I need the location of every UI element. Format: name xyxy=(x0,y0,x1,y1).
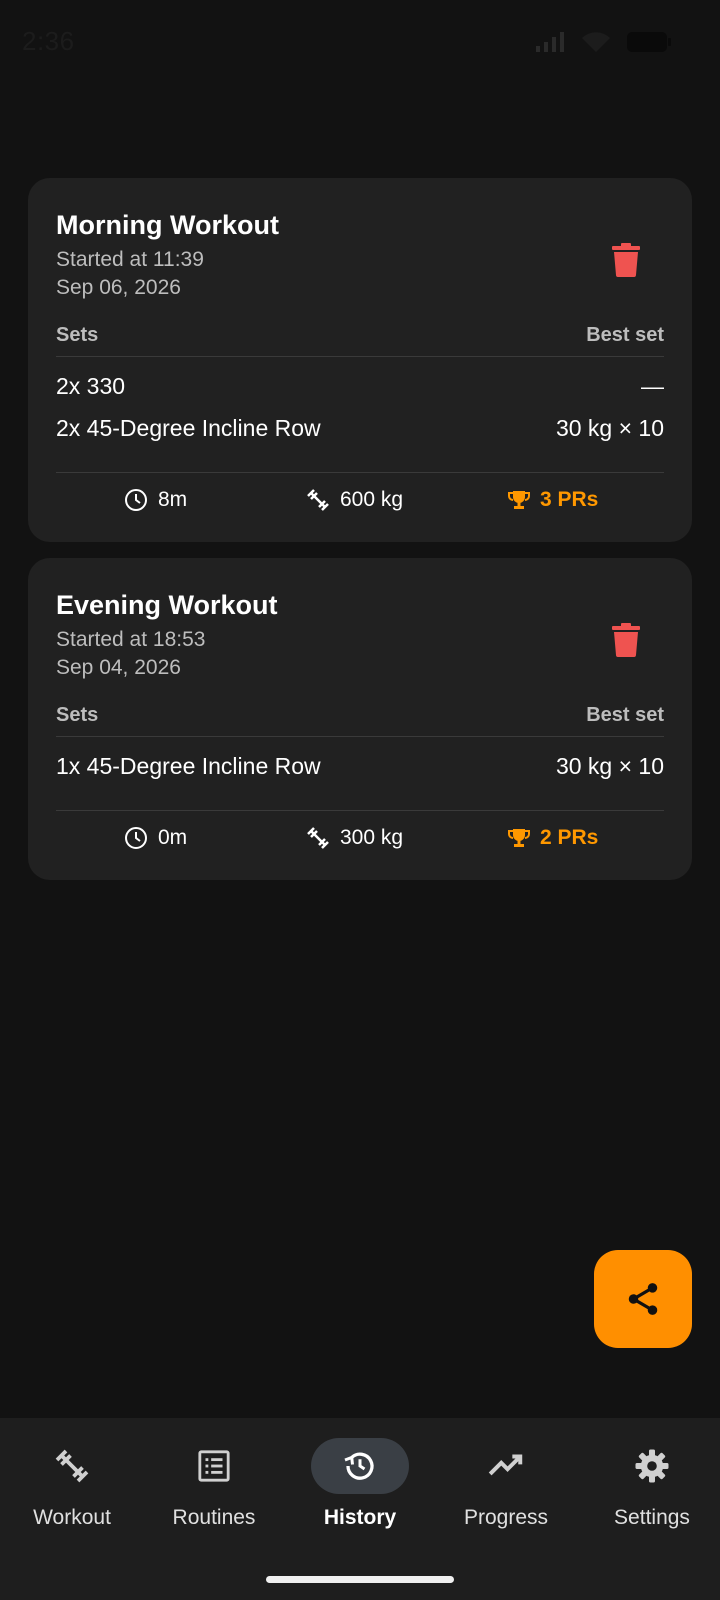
trash-icon xyxy=(612,623,640,657)
battery-icon xyxy=(627,32,671,52)
nav-label: Progress xyxy=(463,1506,549,1529)
best-set-column-header: Best set xyxy=(586,704,664,726)
nav-label: Workout xyxy=(33,1506,111,1529)
nav-routines[interactable]: Routines xyxy=(142,1438,286,1548)
workout-card-evening[interactable]: Evening Workout Started at 18:53 Sep 04,… xyxy=(28,558,692,880)
pr-stat: 3 PRs xyxy=(508,488,598,512)
clock-icon xyxy=(125,827,147,849)
exercise-sets: 1x 45-Degree Incline Row xyxy=(56,752,321,779)
duration-stat: 0m xyxy=(124,826,187,850)
workout-start-time: Started at 18:53 xyxy=(56,628,206,651)
home-indicator[interactable] xyxy=(266,1576,454,1583)
workout-start-time: Started at 11:39 xyxy=(56,248,204,271)
volume-stat: 300 kg xyxy=(306,826,403,850)
share-icon xyxy=(628,1283,658,1315)
status-icons xyxy=(534,30,672,54)
list-icon xyxy=(198,1450,230,1482)
signal-icon xyxy=(536,32,564,52)
workout-date: Sep 04, 2026 xyxy=(56,656,181,679)
nav-history[interactable]: History xyxy=(288,1438,432,1548)
workout-stats: 0m 300 kg 2 PRs xyxy=(56,818,664,858)
nav-progress[interactable]: Progress xyxy=(434,1438,578,1548)
dumbbell-icon xyxy=(307,489,329,511)
exercise-best-set: — xyxy=(641,372,664,399)
bottom-navigation: Workout Routines History Progress Settin… xyxy=(0,1418,720,1600)
workout-card-morning[interactable]: Morning Workout Started at 11:39 Sep 06,… xyxy=(28,178,692,542)
stats-divider xyxy=(56,810,664,811)
history-screen: 2:36 Morning Workout Started at 11:39 Se… xyxy=(0,0,720,1600)
history-icon xyxy=(344,1452,374,1480)
dumbbell-icon xyxy=(307,827,329,849)
share-button[interactable] xyxy=(594,1250,692,1348)
exercise-row: 2x 45-Degree Incline Row 30 kg × 10 xyxy=(56,410,664,446)
sets-column-header: Sets xyxy=(56,324,99,346)
trash-icon xyxy=(612,243,640,277)
duration-stat: 8m xyxy=(124,488,187,512)
sets-column-header: Sets xyxy=(56,704,99,726)
clock-icon xyxy=(125,489,147,511)
stats-divider xyxy=(56,472,664,473)
workout-title: Morning Workout xyxy=(56,210,279,240)
trending-up-icon xyxy=(488,1454,523,1476)
trophy-icon xyxy=(508,491,530,509)
exercise-row: 1x 45-Degree Incline Row 30 kg × 10 xyxy=(56,748,664,784)
status-bar: 2:36 xyxy=(0,0,720,84)
trophy-icon xyxy=(508,829,530,847)
delete-workout-button[interactable] xyxy=(600,614,652,666)
exercise-sets: 2x 330 xyxy=(56,372,126,399)
volume-stat: 600 kg xyxy=(306,488,403,512)
nav-settings[interactable]: Settings xyxy=(580,1438,720,1548)
workout-stats: 8m 600 kg 3 PRs xyxy=(56,480,664,520)
exercise-best-set: 30 kg × 10 xyxy=(555,414,664,441)
exercise-sets: 2x 45-Degree Incline Row xyxy=(56,414,321,441)
header-divider xyxy=(56,356,664,357)
gear-icon xyxy=(635,1449,669,1483)
nav-label: History xyxy=(323,1506,397,1529)
nav-label: Routines xyxy=(172,1506,256,1529)
delete-workout-button[interactable] xyxy=(600,234,652,286)
status-time: 2:36 xyxy=(22,26,75,56)
exercise-row: 2x 330 — xyxy=(56,368,664,404)
nav-workout[interactable]: Workout xyxy=(0,1438,144,1548)
workout-title: Evening Workout xyxy=(56,590,278,620)
best-set-column-header: Best set xyxy=(586,324,664,346)
exercise-best-set: 30 kg × 10 xyxy=(555,752,664,779)
nav-label: Settings xyxy=(614,1506,690,1529)
dumbbell-icon xyxy=(55,1449,89,1483)
pr-stat: 2 PRs xyxy=(508,826,598,850)
header-divider xyxy=(56,736,664,737)
wifi-icon xyxy=(582,32,610,52)
workout-date: Sep 06, 2026 xyxy=(56,276,181,299)
